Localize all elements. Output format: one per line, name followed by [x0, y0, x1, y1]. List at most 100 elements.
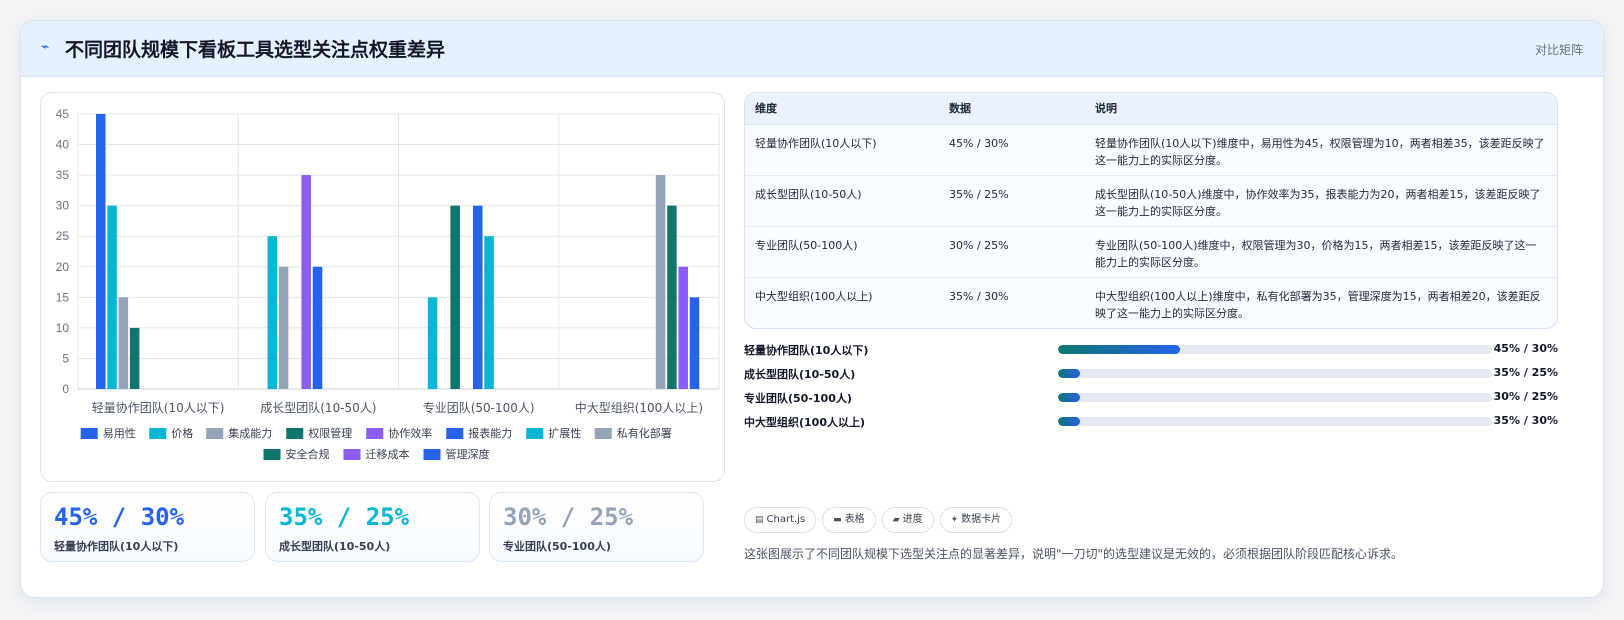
bar [278, 266, 289, 389]
chip-progress[interactable]: ▰ 进度 [881, 507, 934, 533]
chip-table[interactable]: ▬ 表格 [822, 507, 876, 533]
table-cell-desc: 中大型组织(100人以上)维度中，私有化部署为35，管理深度为15，两者相差20… [1095, 289, 1541, 320]
table-cell-desc: 专业团队(50-100人)维度中，权限管理为30，价格为15，两者相差15，该差… [1085, 226, 1557, 278]
legend-label: 管理深度 [446, 447, 490, 461]
y-tick-label: 35 [56, 168, 70, 182]
bar-chart-svg: 0 5 10 15 20 25 30 35 40 45 轻量协作团队(10人以下) 成长型团队(10-… [56, 107, 720, 461]
stat-value: 45% / 30% [54, 503, 185, 531]
bar [107, 205, 117, 389]
x-tick-label: 专业团队(50-100人) [423, 400, 535, 415]
progress-value: 45% / 30% [1493, 342, 1558, 355]
progress-icon: ▰ [892, 515, 900, 525]
table-cell-dim: 中大型组织(100人以上) [755, 289, 873, 303]
progress-label: 轻量协作团队(10人以下) [744, 344, 869, 357]
progress-value: 35% / 25% [1493, 366, 1558, 379]
table-row: 中大型组织(100人以上) 35% / 30% 中大型组织(100人以上)维度中，私… [745, 277, 1557, 328]
table-header-row: 维度 数据 说明 [745, 93, 1557, 125]
stat-label: 专业团队(50-100人) [503, 540, 611, 553]
legend-label: 易用性 [103, 426, 136, 440]
y-tick-label: 25 [56, 229, 70, 243]
chip-label: 数据卡片 [961, 514, 1002, 525]
progress-track [1058, 369, 1492, 378]
progress-label: 成长型团队(10-50人) [744, 368, 856, 381]
progress-value: 30% / 25% [1493, 390, 1558, 403]
progress-value: 35% / 30% [1493, 414, 1558, 427]
legend-label: 报表能力 [468, 426, 512, 440]
legend-swatch [594, 428, 612, 439]
y-tick-label: 15 [56, 290, 70, 304]
chip-sparkle[interactable]: ✦ 数据卡片 [939, 507, 1013, 533]
table-row: 轻量协作团队(10人以下) 45% / 30% 轻量协作团队(10人以下)维度中，易… [745, 124, 1557, 176]
stat-value: 30% / 25% [503, 503, 634, 531]
legend-label: 价格 [171, 426, 193, 440]
legend-swatch [80, 428, 98, 439]
chip-label: 表格 [844, 514, 865, 525]
legend-swatch [149, 428, 167, 439]
table-row: 专业团队(50-100人) 30% / 25% 专业团队(50-100人)维度中，权… [745, 226, 1557, 278]
progress-row: 专业团队(50-100人) 30% / 25% [744, 387, 1558, 411]
progress-list: 轻量协作团队(10人以下) 45% / 30% 成长型团队(10-50人) 35% /… [744, 339, 1558, 435]
chart-icon: ▤ [755, 515, 764, 525]
legend-label: 权限管理 [308, 426, 352, 440]
table-header-dim: 维度 [745, 93, 939, 125]
table-cell-data: 45% / 30% [939, 124, 1085, 176]
table-cell-dim: 轻量协作团队(10人以下) [745, 124, 939, 176]
bar [96, 114, 106, 389]
progress-track [1058, 417, 1492, 426]
bar [267, 236, 278, 389]
x-tick-label: 中大型组织(100人以上) [575, 400, 703, 415]
y-tick-label: 5 [62, 351, 69, 365]
stat-card: 30% / 25% 专业团队(50-100人) [489, 492, 704, 562]
legend-swatch [343, 449, 361, 460]
bar [129, 327, 140, 389]
legend-swatch [206, 428, 224, 439]
bar [118, 297, 129, 389]
comparison-table: 维度 数据 说明 轻量协作团队(10人以下) 45% / 30% 轻量协作团队(10… [744, 92, 1558, 329]
main-card: ⌁ 不同团队规模下看板工具选型关注点权重差异 对比矩阵 0 5 10 15 20 25 30… [20, 20, 1604, 598]
stat-value: 35% / 25% [279, 503, 410, 531]
bar-chart: 0 5 10 15 20 25 30 35 40 45 轻量协作团队(10人以下) 成长型团队(10-… [40, 92, 725, 482]
legend-label: 集成能力 [228, 426, 272, 440]
progress-row: 轻量协作团队(10人以下) 45% / 30% [744, 339, 1558, 363]
legend-swatch [286, 428, 304, 439]
table-cell-data: 30% / 25% [939, 226, 1085, 278]
chip-row: ▤ Chart.js ▬ 表格 ▰ 进度 ✦ 数据卡片 [744, 507, 1018, 533]
card-title: 不同团队规模下看板工具选型关注点权重差异 [65, 39, 446, 61]
footnote: 这张图展示了不同团队规模下选型关注点的显著差异，说明"一刀切"的选型建议是无效的… [744, 547, 1404, 561]
table-icon: ▬ [833, 515, 842, 525]
bar [312, 266, 323, 389]
bar [689, 297, 700, 389]
bar [301, 175, 311, 389]
legend-swatch [366, 428, 384, 439]
legend-label: 扩展性 [548, 426, 581, 440]
table-cell-dim: 专业团队(50-100人) [745, 226, 939, 278]
legend-swatch [526, 428, 544, 439]
table-row: 成长型团队(10-50人) 35% / 25% 成长型团队(10-50人)维度中，协… [745, 175, 1557, 227]
progress-track [1058, 393, 1492, 402]
progress-fill [1058, 393, 1080, 402]
y-tick-label: 0 [62, 382, 69, 396]
lightning-icon: ⌁ [41, 39, 50, 55]
legend-swatch [446, 428, 464, 439]
stat-card: 45% / 30% 轻量协作团队(10人以下) [40, 492, 255, 562]
progress-label: 专业团队(50-100人) [744, 392, 852, 405]
legend-label: 私有化部署 [617, 426, 672, 440]
y-tick-label: 40 [56, 138, 70, 152]
stat-card: 35% / 25% 成长型团队(10-50人) [265, 492, 480, 562]
chip-label: 进度 [902, 514, 923, 525]
chip-chart[interactable]: ▤ Chart.js [744, 507, 817, 533]
table-cell-desc: 轻量协作团队(10人以下)维度中，易用性为45，权限管理为10，两者相差35，该… [1085, 124, 1557, 176]
progress-row: 中大型组织(100人以上) 35% / 30% [744, 411, 1558, 435]
bar [473, 205, 483, 389]
legend-label: 协作效率 [388, 426, 432, 440]
x-tick-label: 轻量协作团队(10人以下) [92, 400, 225, 415]
legend-swatch [423, 449, 441, 460]
bar [655, 175, 666, 389]
table-cell-dim: 成长型团队(10-50人) [745, 175, 939, 227]
progress-fill [1058, 345, 1180, 354]
progress-row: 成长型团队(10-50人) 35% / 25% [744, 363, 1558, 387]
card-header: ⌁ 不同团队规模下看板工具选型关注点权重差异 对比矩阵 [21, 21, 1603, 77]
bar [484, 236, 494, 389]
sparkle-icon: ✦ [950, 515, 959, 525]
y-tick-label: 10 [56, 321, 70, 335]
